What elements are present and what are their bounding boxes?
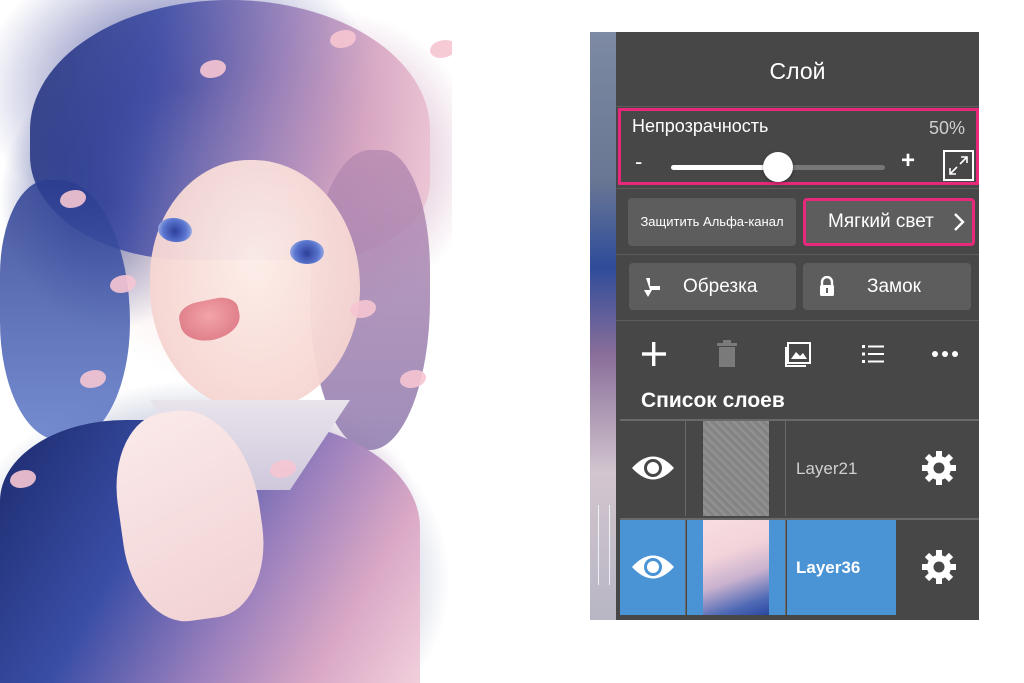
layer-name: Layer36: [796, 558, 861, 577]
eye-icon: [632, 555, 674, 579]
opacity-label: Непрозрачность: [632, 116, 769, 136]
opacity-section: Непрозрачность 50% - +: [618, 108, 979, 185]
layer-name-cell[interactable]: Layer36: [787, 520, 896, 615]
clipping-icon: [644, 278, 660, 297]
divider: [616, 106, 979, 107]
artwork-image: [0, 0, 452, 683]
opacity-decrease-button[interactable]: -: [635, 149, 642, 175]
clipping-label: Обрезка: [683, 276, 758, 297]
layer-thumbnail: [703, 421, 769, 516]
clipping-button[interactable]: Обрезка: [629, 263, 796, 310]
more-icon[interactable]: [928, 337, 962, 371]
layer-menu-icon[interactable]: [856, 337, 890, 371]
layer-name: Layer21: [796, 459, 858, 478]
layer-list-title: Список слоев: [641, 389, 785, 412]
screenshot: Слой Непрозрачность 50% - + Защитить Аль…: [0, 0, 1024, 683]
opacity-slider-thumb[interactable]: [763, 152, 793, 182]
add-layer-icon[interactable]: [637, 337, 671, 371]
visibility-toggle[interactable]: [620, 520, 686, 615]
layer-settings-button[interactable]: [896, 520, 979, 615]
blend-mode-label: Мягкий свет: [828, 211, 934, 232]
layer-settings-button[interactable]: [896, 421, 979, 516]
divider: [616, 254, 979, 255]
chevron-right-icon: [954, 213, 965, 231]
eye-icon: [632, 456, 674, 480]
import-image-icon[interactable]: [782, 337, 816, 371]
layer-thumbnail-cell[interactable]: [687, 520, 786, 615]
layer-name-cell[interactable]: Layer21: [787, 421, 896, 516]
blend-mode-button[interactable]: Мягкий свет: [803, 198, 975, 246]
layer-panel: Слой Непрозрачность 50% - + Защитить Аль…: [616, 32, 979, 620]
lock-icon: [820, 276, 834, 296]
layer-thumbnail: [703, 520, 769, 615]
lock-label: Замок: [867, 276, 921, 297]
layer-thumbnail-cell[interactable]: [687, 421, 786, 516]
protect-alpha-button[interactable]: Защитить Альфа-канал: [628, 198, 796, 246]
gear-icon: [922, 451, 956, 485]
visibility-toggle[interactable]: [620, 421, 686, 516]
gear-icon: [922, 550, 956, 584]
layer-row[interactable]: Layer21: [620, 419, 979, 516]
delete-layer-icon[interactable]: [710, 337, 744, 371]
expand-icon[interactable]: [943, 150, 974, 181]
layer-row-selected[interactable]: Layer36: [620, 518, 979, 615]
opacity-value: 50%: [928, 118, 965, 138]
opacity-slider-fill: [671, 165, 778, 170]
divider: [616, 320, 979, 321]
panel-title: Слой: [769, 58, 826, 84]
canvas-strip-lines: [598, 505, 610, 585]
opacity-slider[interactable]: [671, 152, 885, 182]
divider: [616, 188, 979, 189]
opacity-increase-button[interactable]: +: [901, 147, 915, 175]
lock-button[interactable]: Замок: [803, 263, 971, 310]
